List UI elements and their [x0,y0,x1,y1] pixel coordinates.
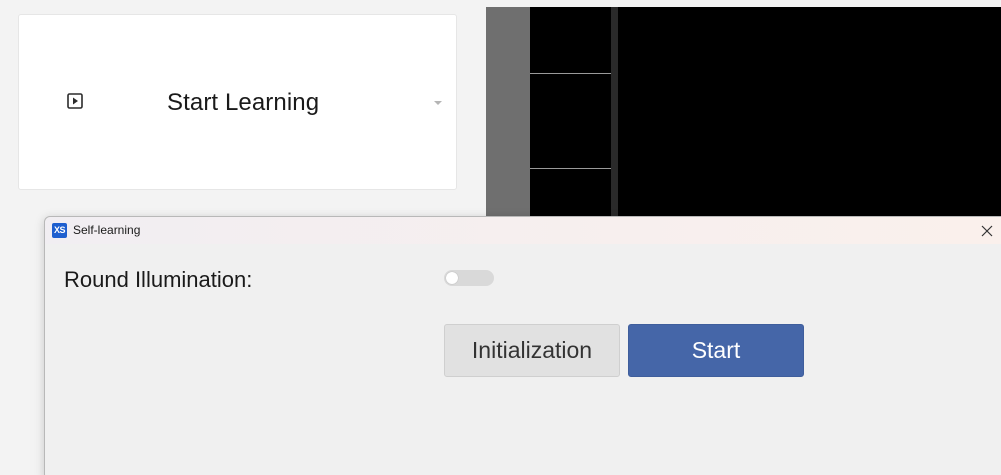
self-learning-dialog: XS Self-learning Round Illumination: Ini… [44,216,1001,475]
dialog-titlebar[interactable]: XS Self-learning [45,217,1001,244]
viewer-top-margin [486,0,1001,7]
caret-down-icon[interactable] [433,99,443,107]
round-illumination-toggle[interactable] [444,270,494,286]
grid-line [530,168,611,169]
start-learning-card[interactable]: Start Learning [18,14,457,190]
app-window: Start Learning XS Self-learning Round Il… [0,0,1001,475]
camera-viewer [618,7,1001,217]
close-icon[interactable] [977,222,997,240]
toggle-knob [446,272,458,284]
start-button[interactable]: Start [628,324,804,377]
round-illumination-label: Round Illumination: [64,267,253,292]
grid-line [530,73,611,74]
play-square-icon [67,93,83,109]
viewer-thumbnail-column [530,7,611,217]
app-logo-icon: XS [52,223,67,238]
viewer-divider[interactable] [611,7,618,217]
dialog-title: Self-learning [73,223,141,237]
initialization-button[interactable]: Initialization [444,324,620,377]
start-learning-title: Start Learning [167,89,320,116]
viewer-scroll-strip[interactable] [486,7,530,217]
